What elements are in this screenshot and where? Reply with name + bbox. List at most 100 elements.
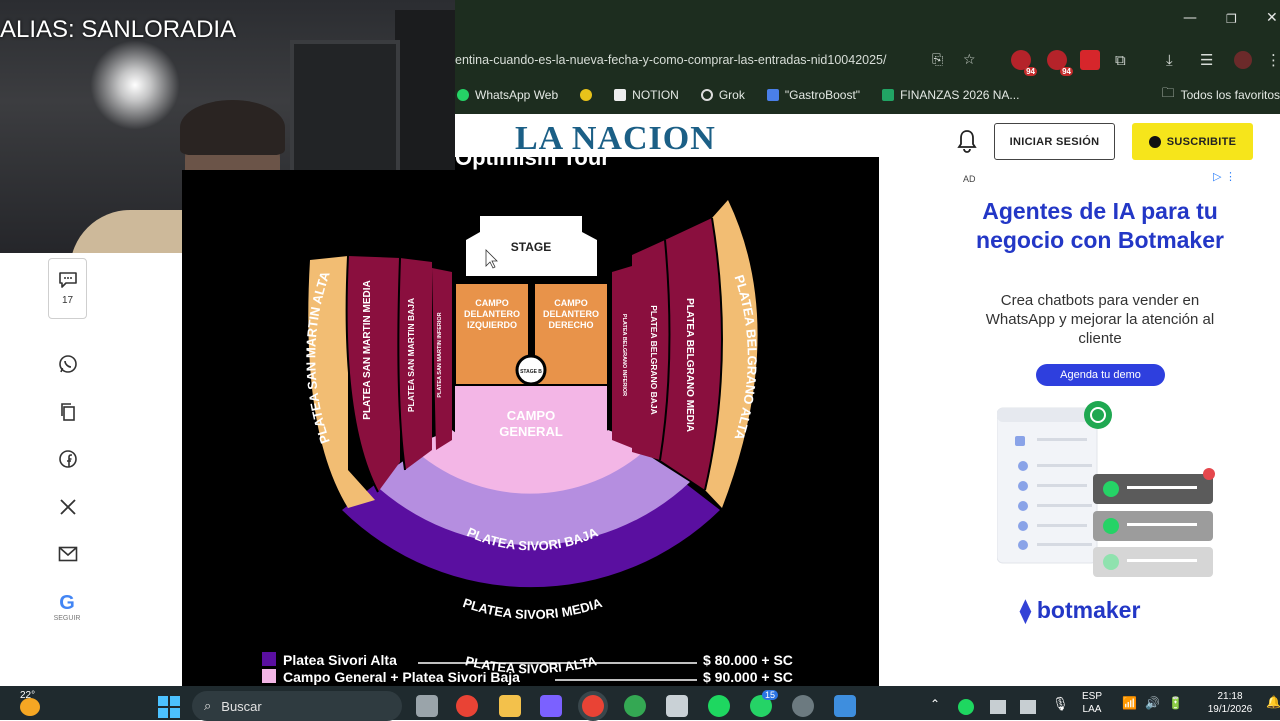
copilot-icon[interactable] (540, 695, 562, 717)
whatsapp-share-icon[interactable] (56, 352, 80, 376)
restore-icon[interactable]: ❐ (1226, 12, 1237, 26)
bookmark-notion[interactable]: NOTION (614, 88, 679, 102)
campo-izq-line2: DELANTERO (464, 309, 520, 319)
tray-spotify-icon[interactable] (958, 699, 974, 715)
start-icon[interactable] (158, 696, 180, 718)
bookmark-item[interactable] (580, 89, 593, 101)
language-indicator[interactable]: ESP LAA (1082, 690, 1102, 716)
san-martin-baja-label: PLATEA SAN MARTIN BAJA (406, 298, 416, 412)
seating-map: STAGE STAGE B CAMPO DELANTERO IZQUIERDO … (182, 170, 879, 686)
google-follow-button[interactable]: G SEGUIR (50, 592, 84, 622)
legend-price-campo-general: $ 90.000 + SC (703, 669, 793, 685)
email-share-icon[interactable] (56, 542, 80, 566)
sheets-icon (882, 89, 895, 101)
app-icon[interactable] (792, 695, 814, 717)
stage-b-label: STAGE B (520, 369, 542, 375)
sivori-media-label: PLATEA SIVORI MEDIA (461, 595, 605, 622)
pdf-extension-icon[interactable] (1080, 50, 1100, 70)
minimize-icon[interactable]: — (1183, 10, 1197, 26)
campo-izq-line1: CAMPO (475, 298, 509, 308)
bookmark-icon (580, 89, 593, 101)
google-icon: G (59, 592, 75, 614)
bookmarks-bar: WhatsApp Web NOTION Grok "GastroBoost" F… (455, 84, 1280, 106)
bell-icon[interactable] (955, 128, 979, 159)
ad-title[interactable]: Agentes de IA para tu negocio con Botmak… (975, 197, 1225, 255)
clock[interactable]: 21:18 19/1/2026 (1200, 690, 1260, 716)
webcam-caption: ALIAS: SANLORADIA (0, 16, 237, 43)
ad-text: Crea chatbots para vender en WhatsApp y … (985, 292, 1215, 347)
facebook-share-icon[interactable] (56, 447, 80, 471)
reading-list-icon[interactable]: ☰ (1200, 51, 1213, 69)
calculator-icon[interactable] (666, 695, 688, 717)
taskbar-search[interactable]: ⌕ Buscar (192, 691, 402, 721)
extension-icon[interactable]: 94 (1011, 50, 1037, 76)
file-explorer-icon[interactable] (499, 695, 521, 717)
campo-der-line2: DELANTERO (543, 309, 599, 319)
chrome-icon[interactable] (456, 695, 478, 717)
tray-chevron-icon[interactable]: ⌃ (930, 698, 940, 711)
bookmarks-folder[interactable]: 🗀 Todos los favoritos (1162, 84, 1280, 106)
belgrano-baja-label: PLATEA BELGRANO BAJA (649, 305, 659, 415)
weather-temp[interactable]: 22° (20, 690, 35, 701)
task-view-icon[interactable] (416, 695, 438, 717)
ad-demo-button[interactable]: Agenda tu demo (1036, 364, 1165, 386)
install-app-icon[interactable]: ⎘ (932, 52, 943, 68)
botmaker-logo-icon: ⧫ (1020, 597, 1031, 623)
spotify-icon[interactable] (708, 695, 730, 717)
campo-der-line3: DERECHO (548, 320, 593, 330)
bookmark-gastroboost[interactable]: "GastroBoost" (766, 88, 860, 102)
legend-swatch-campo-general (262, 669, 276, 683)
comments-button[interactable]: 17 (48, 258, 87, 319)
campo-izq-line3: IZQUIERDO (467, 320, 517, 330)
bookmark-whatsapp[interactable]: WhatsApp Web (457, 88, 558, 102)
search-icon: ⌕ (204, 698, 212, 713)
subscribe-button[interactable]: SUSCRIBITE (1132, 123, 1253, 160)
address-bar[interactable]: entina-cuando-es-la-nueva-fecha-y-como-c… (455, 46, 995, 74)
download-icon[interactable]: ⤓ (1166, 51, 1173, 69)
extension-icon[interactable]: 94 (1047, 50, 1073, 76)
tray-app-icon[interactable] (1020, 700, 1036, 714)
subscribe-icon (1148, 135, 1161, 148)
legend-price-sivori-alta: $ 80.000 + SC (703, 652, 793, 668)
login-button[interactable]: INICIAR SESIÓN (994, 123, 1115, 160)
wifi-icon[interactable]: 📶 (1122, 697, 1137, 710)
person-hair (180, 100, 285, 155)
docs-icon (766, 89, 779, 101)
volume-icon[interactable]: 🔊 (1145, 697, 1160, 710)
close-icon[interactable]: ✕ (1266, 10, 1278, 26)
svg-text:PLATEA SIVORI MEDIA: PLATEA SIVORI MEDIA (461, 595, 605, 622)
ad-illustration (996, 400, 1217, 585)
chrome-profile-icon[interactable] (624, 695, 646, 717)
section-san-martin-media[interactable] (346, 256, 400, 492)
san-martin-inferior-label: PLATEA SAN MARTIN INFERIOR (437, 312, 443, 397)
microphone-icon[interactable]: 🎙 (1052, 697, 1069, 710)
x-share-icon[interactable] (56, 495, 80, 519)
chrome-active-icon[interactable] (582, 695, 604, 717)
adchoices-icon[interactable]: ▷ ⋮ (1213, 170, 1236, 183)
belgrano-inferior-label: PLATEA BELGRANO INFERIOR (621, 314, 627, 396)
ad-brand[interactable]: ⧫ botmaker (1020, 597, 1140, 624)
photos-icon[interactable] (834, 695, 856, 717)
stage-label: STAGE (511, 240, 551, 254)
whatsapp-icon (457, 89, 469, 101)
copy-link-icon[interactable] (56, 400, 80, 424)
tray-app-icon[interactable] (990, 700, 1006, 714)
comment-icon (58, 272, 77, 288)
ad-tag: AD (963, 174, 976, 184)
menu-icon[interactable]: ⋮ (1266, 51, 1280, 69)
bookmark-star-icon[interactable]: ☆ (963, 52, 976, 68)
folder-icon: 🗀 (1161, 85, 1175, 100)
bookmark-finanzas[interactable]: FINANZAS 2026 NA... (882, 88, 1019, 102)
share-sidebar (0, 253, 182, 686)
battery-icon[interactable]: 🔋 (1168, 697, 1183, 710)
extensions-puzzle-icon[interactable]: ⧉ (1115, 51, 1126, 69)
bookmark-grok[interactable]: Grok (700, 88, 745, 102)
site-logo[interactable]: LA NACION (515, 120, 716, 158)
campo-der-line1: CAMPO (554, 298, 588, 308)
belgrano-media-label: PLATEA BELGRANO MEDIA (684, 298, 695, 432)
profile-avatar[interactable] (1234, 51, 1252, 69)
whatsapp-badge: 15 (762, 690, 779, 700)
notifications-icon[interactable]: 🔔 (1266, 696, 1280, 709)
grok-icon (700, 89, 713, 101)
legend-label-campo-general: Campo General + Platea Sivori Baja (283, 669, 520, 685)
